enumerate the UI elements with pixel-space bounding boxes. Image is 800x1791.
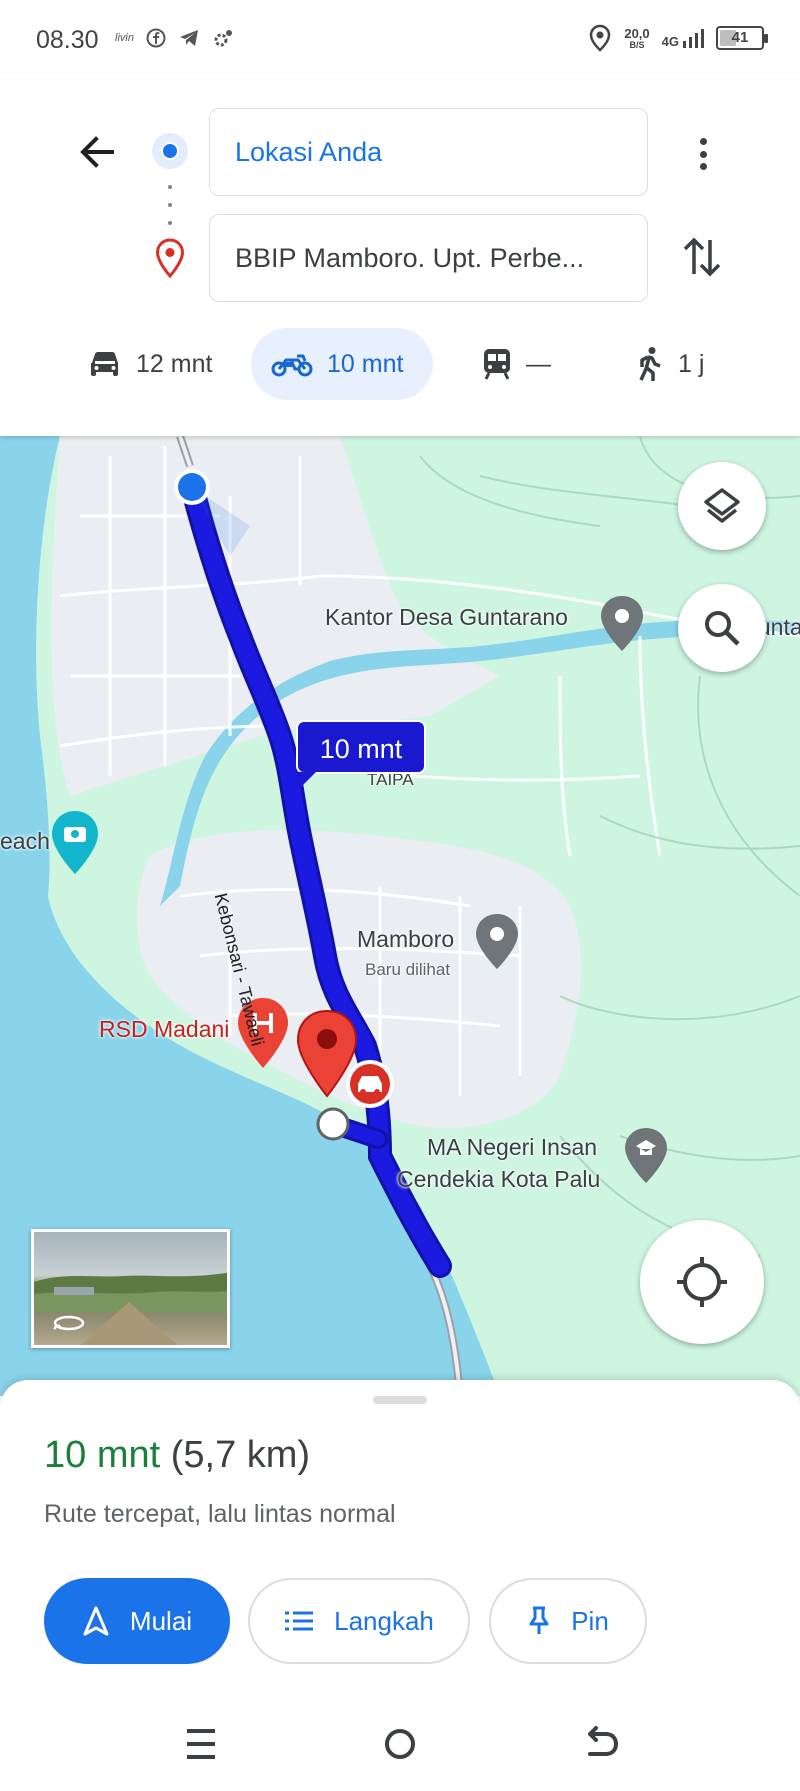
signal-icon [683, 29, 704, 48]
list-icon [285, 1611, 314, 1631]
more-options-icon[interactable] [688, 132, 718, 176]
pin-label: Pin [571, 1605, 609, 1636]
layers-icon [704, 488, 740, 523]
system-nav-bar [0, 1700, 800, 1791]
start-button[interactable]: Mulai [44, 1578, 230, 1664]
label-beach[interactable]: each [0, 828, 50, 855]
destination-pin-icon [155, 238, 185, 278]
pin-icon [529, 1606, 549, 1634]
directions-header: Lokasi Anda BBIP Mamboro. Upt. Perbe... … [0, 80, 800, 436]
label-rsd-madani[interactable]: RSD Madani [99, 1016, 229, 1043]
360-rotate-icon [53, 1315, 85, 1331]
livin-icon: livin [115, 32, 134, 44]
route-connector [168, 185, 172, 225]
telegram-icon [179, 30, 198, 46]
poi-pin-beach [52, 811, 98, 874]
signal-group: 4G [662, 27, 704, 49]
street-view-thumbnail[interactable] [31, 1229, 230, 1348]
battery-level: 41 [731, 29, 749, 46]
route-eta-bubble[interactable]: 10 mnt [296, 720, 426, 790]
car-icon [91, 352, 118, 376]
route-distance: (5,7 km) [170, 1434, 311, 1476]
my-location-button[interactable] [640, 1220, 764, 1344]
route-summary-sheet: 10 mnt (5,7 km) Rute tercepat, lalu lint… [0, 1380, 800, 1700]
layers-button[interactable] [678, 462, 766, 550]
origin-dot-icon [152, 133, 188, 169]
mode-transit-time: — [526, 349, 551, 378]
menu-icon[interactable] [176, 1722, 226, 1766]
mode-motorcycle[interactable]: 10 mnt [251, 328, 433, 400]
sheet-drag-handle[interactable] [373, 1396, 427, 1404]
label-mamboro[interactable]: Mamboro [357, 926, 454, 953]
mode-car[interactable]: 12 mnt [68, 328, 232, 400]
route-description: Rute tercepat, lalu lintas normal [44, 1500, 396, 1528]
traffic-incident-icon [346, 1060, 394, 1108]
home-icon[interactable] [375, 1722, 425, 1766]
crosshair-icon [677, 1257, 727, 1307]
net-speed-unit: B/S [629, 39, 645, 50]
poi-pin-ma-negeri [625, 1128, 667, 1183]
mode-motorcycle-time: 10 mnt [327, 349, 404, 378]
label-ma-negeri-1[interactable]: MA Negeri Insan [427, 1134, 597, 1161]
swap-icon[interactable] [680, 232, 724, 282]
network-type: 4G [661, 34, 679, 49]
label-ma-negeri-2[interactable]: Cendekia Kota Palu [397, 1166, 600, 1193]
pin-button[interactable]: Pin [489, 1578, 647, 1664]
map-search-button[interactable] [678, 584, 766, 672]
back-arrow-icon[interactable] [72, 127, 122, 177]
transit-icon [484, 349, 510, 380]
back-nav-icon[interactable] [576, 1722, 626, 1766]
location-status-icon [590, 24, 611, 52]
travel-modes: 12 mnt 10 mnt — 1 j [0, 328, 800, 402]
walk-icon [639, 347, 661, 381]
destination-end-dot [316, 1107, 350, 1141]
net-speed: 20,0 B/S [624, 27, 649, 50]
mode-walk-time: 1 j [678, 349, 705, 378]
status-right-icons: 20,0 B/S 4G 41 [588, 24, 768, 52]
label-kantor-desa[interactable]: Kantor Desa Guntarano [325, 604, 568, 631]
steps-label: Langkah [334, 1605, 434, 1636]
battery-icon: 41 [716, 26, 768, 50]
facebook-icon [146, 28, 166, 48]
status-bar: 08.30 livin 20,0 B/S 4G 41 [0, 0, 800, 80]
destination-input[interactable]: BBIP Mamboro. Upt. Perbe... [209, 214, 648, 302]
steps-button[interactable]: Langkah [248, 1578, 470, 1664]
start-label: Mulai [129, 1605, 193, 1636]
mode-car-time: 12 mnt [136, 349, 213, 378]
motorcycle-icon [271, 354, 313, 377]
route-duration: 10 mnt [44, 1434, 161, 1476]
mode-transit[interactable]: — [462, 328, 571, 400]
map-view[interactable]: Kantor Desa Guntarano Gunta TAIPA each K… [0, 436, 800, 1396]
search-icon [705, 611, 740, 646]
mode-walk[interactable]: 1 j [616, 328, 724, 400]
net-speed-value: 20,0 [624, 25, 650, 41]
route-summary: 10 mnt (5,7 km) [44, 1434, 310, 1477]
origin-input[interactable]: Lokasi Anda [209, 108, 648, 196]
label-mamboro-recent: Baru dilihat [365, 960, 451, 979]
status-app-icons: livin [115, 28, 234, 48]
navigation-arrow-icon [83, 1606, 109, 1636]
settings-icon [214, 30, 232, 47]
status-time: 08.30 [36, 26, 99, 54]
